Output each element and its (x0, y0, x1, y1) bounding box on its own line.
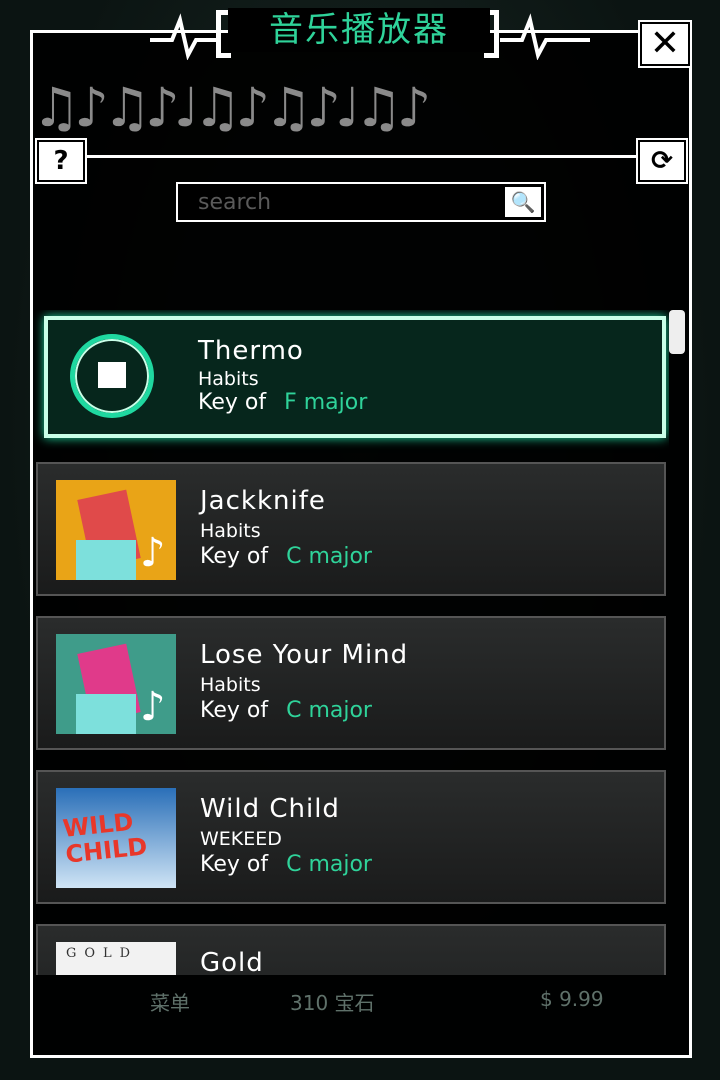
refresh-icon: ⟳ (651, 146, 673, 176)
song-name: Lose Your Mind (200, 640, 409, 670)
search-box: 🔍 (176, 182, 546, 222)
song-key: Key of F major (198, 390, 368, 415)
song-item-wild-child[interactable]: WILD CHILD Wild Child WEKEED Key of C maj… (36, 770, 666, 904)
dialog-title: 音乐播放器 (228, 8, 490, 52)
search-icon: 🔍 (510, 190, 536, 214)
album-art: ♪ (56, 634, 176, 734)
help-button[interactable]: ? (35, 138, 87, 184)
refresh-button[interactable]: ⟳ (636, 138, 688, 184)
song-item-thermo[interactable]: Thermo Habits Key of F major (44, 316, 666, 438)
album-art: WILD CHILD (56, 788, 176, 888)
song-key: Key of C major (200, 852, 372, 877)
song-item-gold[interactable]: GOLD Gold (36, 924, 666, 975)
song-name: Gold (200, 948, 264, 975)
song-artist: Habits (200, 520, 261, 542)
stop-button[interactable] (68, 334, 162, 418)
bg-menu-label: 菜单 (150, 991, 190, 1015)
song-key: Key of C major (200, 544, 372, 569)
background-bottom-bar: 菜单 310 宝石 $ 9.99 (0, 975, 720, 1045)
song-artist: WEKEED (200, 828, 282, 850)
album-art: ♪ (56, 480, 176, 580)
song-item-jackknife[interactable]: ♪ Jackknife Habits Key of C major (36, 462, 666, 596)
divider (84, 155, 640, 158)
album-art: GOLD (56, 942, 176, 975)
bg-gems-label: 310 宝石 (290, 991, 375, 1015)
search-button[interactable]: 🔍 (504, 186, 542, 218)
stop-icon (98, 362, 126, 388)
close-button[interactable]: ✕ (638, 20, 692, 68)
bg-price: $ 9.99 (540, 987, 604, 1011)
song-item-lose-your-mind[interactable]: ♪ Lose Your Mind Habits Key of C major (36, 616, 666, 750)
music-notes-decoration: ♫♪♫♪♩♫♪♫♪♩♫♪ (32, 78, 431, 138)
song-name: Jackknife (200, 486, 326, 516)
song-artist: Habits (198, 368, 259, 390)
search-input[interactable] (178, 184, 498, 220)
song-name: Thermo (198, 336, 304, 366)
scrollbar-thumb[interactable] (669, 310, 685, 354)
song-key: Key of C major (200, 698, 372, 723)
song-name: Wild Child (200, 794, 340, 824)
song-artist: Habits (200, 674, 261, 696)
song-list-scrollbar[interactable] (669, 310, 686, 975)
close-icon: ✕ (649, 23, 681, 64)
song-list: Thermo Habits Key of F major ♪ Jackknife … (33, 310, 669, 975)
